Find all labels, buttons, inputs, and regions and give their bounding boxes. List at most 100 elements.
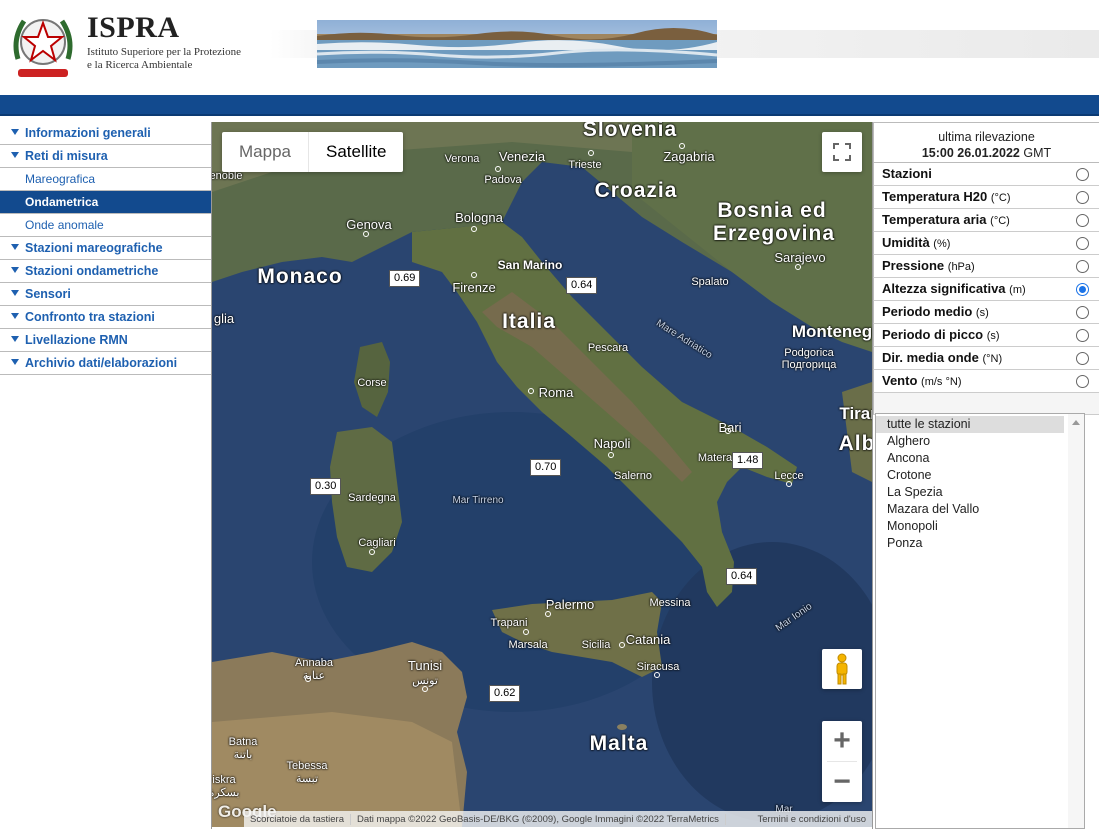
station-option-selected[interactable]: tutte le stazioni <box>876 416 1064 433</box>
param-option-periodo-di-picco[interactable]: Periodo di picco (s) <box>873 324 1099 347</box>
city-marker <box>523 629 529 635</box>
radio-button[interactable] <box>1076 306 1089 319</box>
param-option-dir-media-onde[interactable]: Dir. media onde (°N) <box>873 347 1099 370</box>
sidebar-item-label: Sensori <box>25 287 71 301</box>
param-option-temperatura-aria[interactable]: Temperatura aria (°C) <box>873 209 1099 232</box>
sidebar-subitem-mareografica[interactable]: Mareografica <box>0 168 211 191</box>
map-label-city: Подгорица <box>781 359 837 371</box>
param-label: Temperatura H20 <box>882 189 988 204</box>
sidebar-item-confronto-tra-stazioni[interactable]: Confronto tra stazioni <box>0 306 211 329</box>
param-option-periodo-medio[interactable]: Periodo medio (s) <box>873 301 1099 324</box>
sidebar-item-stazioni-ondametriche[interactable]: Stazioni ondametriche <box>0 260 211 283</box>
chevron-down-icon <box>11 129 19 135</box>
param-unit: (hPa) <box>947 261 975 273</box>
last-update-label: ultima rilevazione <box>938 130 1035 144</box>
param-option-temperatura-h20[interactable]: Temperatura H20 (°C) <box>873 186 1099 209</box>
station-option[interactable]: Ponza <box>876 535 1084 552</box>
param-option-stazioni[interactable]: Stazioni <box>873 163 1099 186</box>
satellite-map[interactable]: Slovenia Croazia Bosnia ed Erzegovina Mo… <box>212 122 872 827</box>
radio-button[interactable] <box>1076 214 1089 227</box>
station-option[interactable]: Mazara del Vallo <box>876 501 1084 518</box>
station-value-marker[interactable]: 0.30 <box>310 478 342 495</box>
radio-button[interactable] <box>1076 375 1089 388</box>
station-option[interactable]: Crotone <box>876 467 1084 484</box>
station-option[interactable]: Monopoli <box>876 518 1084 535</box>
radio-button[interactable] <box>1076 168 1089 181</box>
map-label-city: Firenze <box>452 280 496 295</box>
map-label-country: Monaco <box>257 265 343 288</box>
city-marker <box>679 143 685 149</box>
station-value-marker[interactable]: 0.69 <box>389 270 421 287</box>
city-marker <box>422 686 428 692</box>
map-label-city: Marsala <box>508 639 548 651</box>
fullscreen-button[interactable] <box>822 132 862 172</box>
keyboard-shortcuts-link[interactable]: Scorciatoie da tastiera <box>244 813 351 825</box>
zoom-control: + − <box>822 721 862 802</box>
station-option[interactable]: Ancona <box>876 450 1084 467</box>
station-list[interactable]: tutte le stazioni Alghero Ancona Crotone… <box>875 413 1085 829</box>
scroll-up-arrow-icon[interactable] <box>1072 420 1080 425</box>
city-marker <box>795 264 801 270</box>
sidebar-subitem-onde-anomale[interactable]: Onde anomale <box>0 214 211 237</box>
map-label-city: باتنة <box>233 749 253 761</box>
radio-button[interactable] <box>1076 237 1089 250</box>
zoom-in-button[interactable]: + <box>822 721 862 761</box>
map-label-city: glia <box>213 311 235 326</box>
map-label-city: Annaba <box>295 657 333 669</box>
radio-button[interactable] <box>1076 260 1089 273</box>
city-marker <box>471 226 477 232</box>
list-scrollbar[interactable] <box>1068 414 1084 828</box>
terms-link[interactable]: Termini e condizioni d'uso <box>752 814 872 825</box>
city-marker <box>588 150 594 156</box>
sidebar-item-label: Stazioni ondametriche <box>25 264 159 278</box>
brand-subtitle-line1: Istituto Superiore per la Protezione <box>87 46 241 58</box>
italian-republic-emblem-icon[interactable] <box>10 9 76 83</box>
param-option-pressione[interactable]: Pressione (hPa) <box>873 255 1099 278</box>
station-option[interactable]: La Spezia <box>876 484 1084 501</box>
map-label-country: Alb <box>838 432 872 455</box>
map-type-satellite-button[interactable]: Satellite <box>309 132 403 172</box>
brand-subtitle-line2: e la Ricerca Ambientale <box>87 59 193 71</box>
station-value-marker[interactable]: 0.70 <box>530 459 562 476</box>
station-option[interactable]: Alghero <box>876 433 1084 450</box>
map-label-city: Genova <box>346 217 392 232</box>
sidebar: Informazioni generali Reti di misura Mar… <box>0 122 212 829</box>
sidebar-item-informazioni-generali[interactable]: Informazioni generali <box>0 122 211 145</box>
sidebar-item-stazioni-mareografiche[interactable]: Stazioni mareografiche <box>0 237 211 260</box>
map-label-region: Sicilia <box>581 639 611 651</box>
radio-button[interactable] <box>1076 191 1089 204</box>
station-value-marker[interactable]: 1.48 <box>732 452 764 469</box>
fullscreen-icon <box>833 143 851 161</box>
map-label-city: San Marino <box>497 258 563 272</box>
param-option-vento[interactable]: Vento (m/s °N) <box>873 370 1099 393</box>
map-label-city: iskra <box>212 774 236 786</box>
map-label-city: Podgorica <box>784 347 834 359</box>
city-marker <box>725 428 731 434</box>
map-label-country: Croazia <box>594 179 678 202</box>
param-label: Dir. media onde <box>882 350 979 365</box>
chevron-down-icon <box>11 152 19 158</box>
param-option-umidita[interactable]: Umidità (%) <box>873 232 1099 255</box>
map-label-country: Monteneg <box>791 322 872 341</box>
banner-sea-photo <box>317 20 717 68</box>
param-label: Umidità <box>882 235 930 250</box>
sidebar-item-archivio-dati[interactable]: Archivio dati/elaborazioni <box>0 352 211 375</box>
radio-button-checked[interactable] <box>1076 283 1089 296</box>
radio-button[interactable] <box>1076 352 1089 365</box>
station-value-marker[interactable]: 0.64 <box>726 568 758 585</box>
station-value-marker[interactable]: 0.62 <box>489 685 521 702</box>
sidebar-subitem-ondametrica[interactable]: Ondametrica <box>0 191 211 214</box>
last-update: ultima rilevazione 15:00 26.01.2022 GMT <box>873 122 1099 163</box>
map-label-city: Trieste <box>568 159 602 171</box>
street-view-pegman-button[interactable] <box>822 649 862 689</box>
zoom-out-button[interactable]: − <box>822 762 862 802</box>
station-value-marker[interactable]: 0.64 <box>566 277 598 294</box>
sidebar-item-reti-di-misura[interactable]: Reti di misura <box>0 145 211 168</box>
panel-spacer <box>873 393 1099 415</box>
sidebar-item-sensori[interactable]: Sensori <box>0 283 211 306</box>
param-option-altezza-significativa[interactable]: Altezza significativa (m) <box>873 278 1099 301</box>
map-label-city: Trapani <box>490 617 528 629</box>
radio-button[interactable] <box>1076 329 1089 342</box>
map-type-map-button[interactable]: Mappa <box>222 132 309 172</box>
sidebar-item-livellazione-rmn[interactable]: Livellazione RMN <box>0 329 211 352</box>
